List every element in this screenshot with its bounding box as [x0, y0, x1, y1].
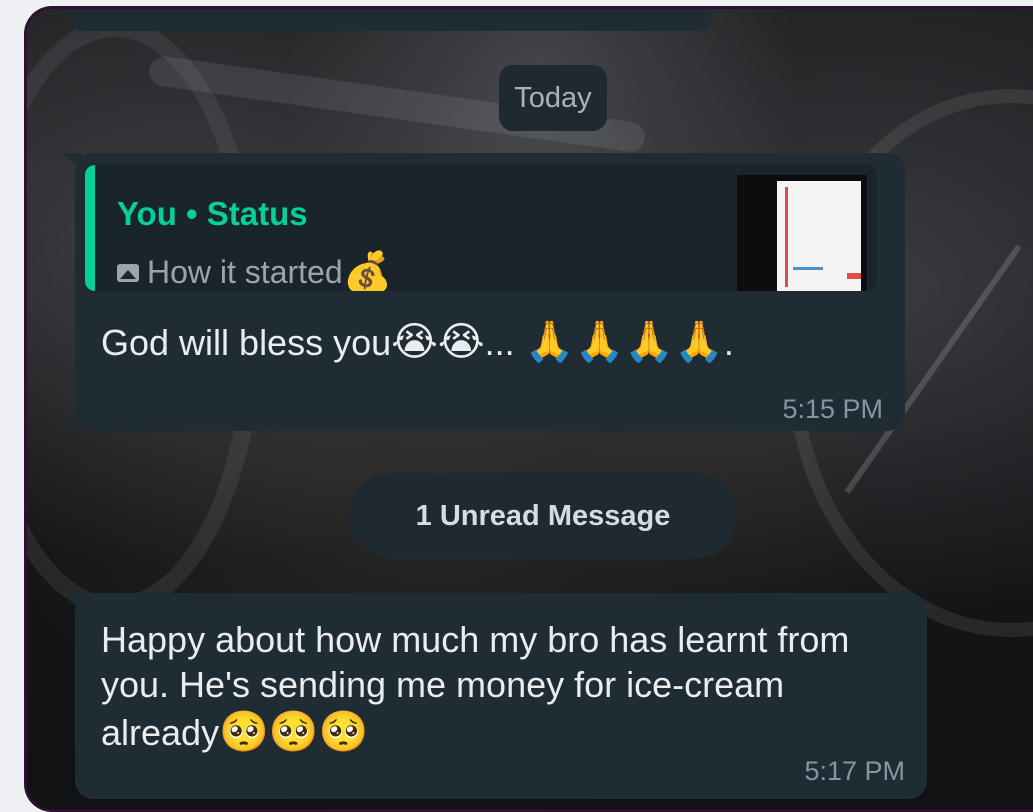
- chat-window: Today You • Status How it started 💰 God …: [24, 6, 1033, 812]
- date-divider-label: Today: [514, 81, 592, 114]
- message-text: Happy about how much my bro has learnt f…: [101, 617, 901, 757]
- image-icon: [117, 263, 139, 282]
- message-body: God will bless you: [101, 322, 392, 363]
- pleading-emoji: 🥺🥺🥺: [219, 709, 369, 755]
- message-bubble-incoming[interactable]: Happy about how much my bro has learnt f…: [61, 593, 927, 799]
- message-timestamp: 5:15 PM: [782, 394, 883, 424]
- unread-messages-banner: 1 Unread Message: [349, 473, 737, 559]
- previous-message-bubble[interactable]: [71, 9, 711, 31]
- message-timestamp: 5:17 PM: [804, 756, 905, 786]
- message-body: Happy about how much my bro has learnt f…: [101, 619, 850, 753]
- pray-emoji: 🙏🙏🙏🙏: [524, 319, 724, 365]
- quote-author: You • Status: [117, 195, 308, 232]
- message-ellipsis: ...: [484, 322, 515, 363]
- message-suffix: .: [723, 322, 734, 363]
- bubble-tail: [61, 153, 83, 171]
- status-reply-quote[interactable]: You • Status How it started 💰: [85, 165, 877, 291]
- bubble-tail: [61, 593, 83, 611]
- money-bag-emoji: 💰: [342, 250, 393, 291]
- status-thumbnail[interactable]: [737, 175, 867, 291]
- quote-snippet: How it started 💰: [117, 249, 392, 291]
- message-bubble-incoming[interactable]: You • Status How it started 💰 God will b…: [61, 153, 905, 431]
- unread-banner-label: 1 Unread Message: [415, 499, 671, 532]
- crying-emoji: 😭😭: [391, 319, 485, 365]
- message-text: God will bless you😭😭... 🙏🙏🙏🙏.: [101, 317, 734, 367]
- quote-snippet-text: How it started: [147, 254, 343, 290]
- date-divider: Today: [499, 65, 607, 131]
- quote-accent-bar: [85, 165, 95, 291]
